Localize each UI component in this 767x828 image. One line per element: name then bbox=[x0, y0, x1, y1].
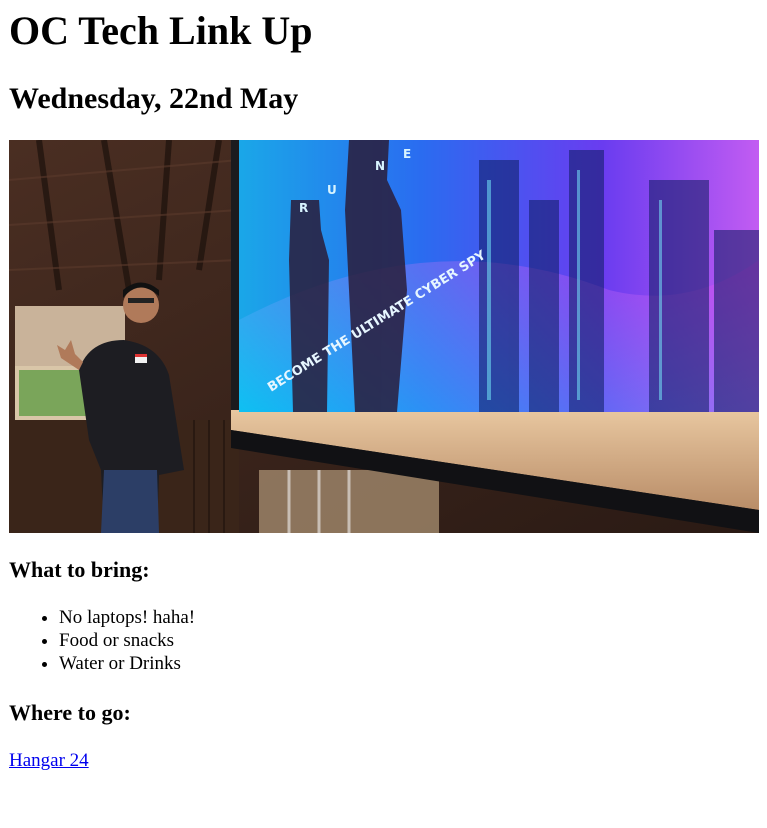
slide-letter: U bbox=[327, 183, 337, 197]
list-item: Food or snacks bbox=[59, 629, 195, 652]
location-heading: Where to go: bbox=[9, 700, 131, 725]
event-photo: BECOME THE ULTIMATE CYBER SPY R U N E bbox=[9, 140, 759, 533]
slide-letter: N bbox=[375, 159, 385, 173]
venue-link[interactable]: Hangar 24 bbox=[9, 749, 89, 773]
list-item: No laptops! haha! bbox=[59, 606, 195, 629]
page: OC Tech Link Up Wednesday, 22nd May BECO… bbox=[0, 0, 767, 828]
bring-list: No laptops! haha! Food or snacks Water o… bbox=[0, 606, 195, 675]
slide-letter: E bbox=[403, 147, 411, 161]
event-date: Wednesday, 22nd May bbox=[9, 82, 299, 115]
slide-letter: R bbox=[299, 201, 308, 215]
bring-heading: What to bring: bbox=[9, 557, 150, 582]
page-title: OC Tech Link Up bbox=[9, 8, 313, 53]
list-item: Water or Drinks bbox=[59, 652, 195, 675]
